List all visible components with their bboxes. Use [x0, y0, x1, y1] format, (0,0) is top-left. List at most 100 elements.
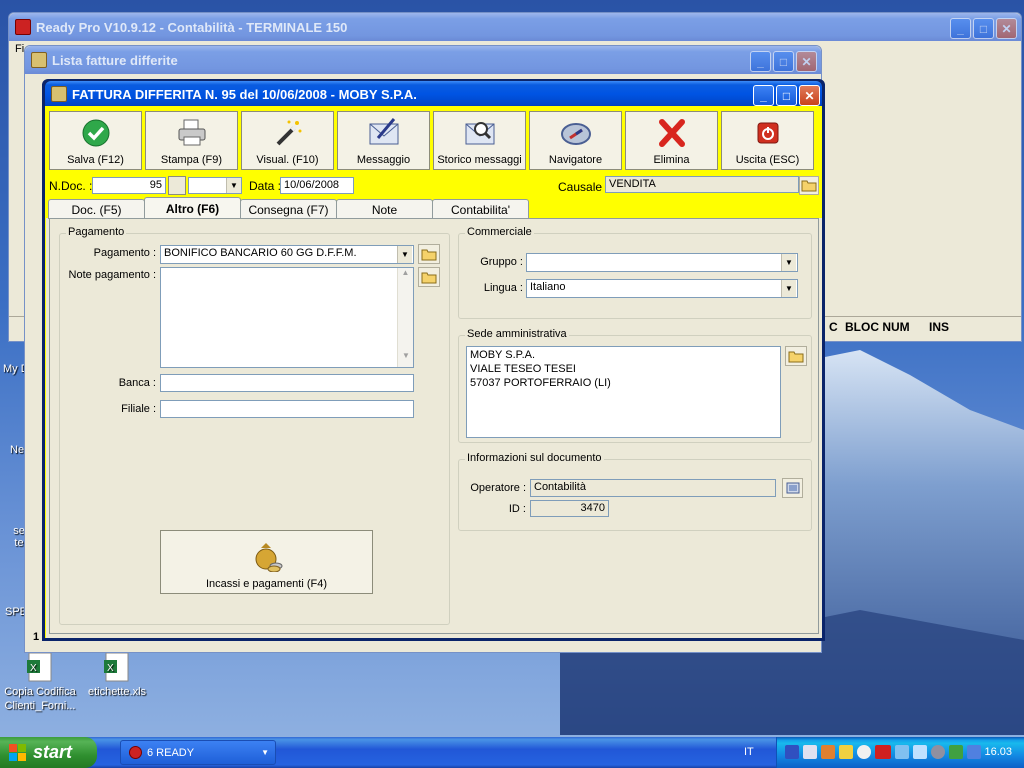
desktop-icon-etichette[interactable]: X etichette.xls — [82, 652, 152, 699]
menu-file[interactable]: Fi — [15, 43, 24, 55]
navigatore-label: Navigatore — [548, 154, 603, 166]
desktop-icon-copia-codifica[interactable]: X Copia Codifica Clienti_Forni... — [2, 652, 78, 713]
operatore-input[interactable]: Contabilità — [530, 479, 776, 497]
messaggio-button[interactable]: Messaggio — [337, 111, 430, 170]
navigatore-button[interactable]: Navigatore — [529, 111, 622, 170]
uscita-label: Uscita (ESC) — [735, 154, 800, 166]
language-indicator[interactable]: IT — [744, 746, 754, 758]
tray-icon[interactable] — [913, 745, 927, 759]
close-button[interactable]: ✕ — [796, 51, 817, 72]
fattura-dialog-titlebar[interactable]: FATTURA DIFFERITA N. 95 del 10/06/2008 -… — [45, 81, 822, 107]
storico-messaggi-button[interactable]: Storico messaggi — [433, 111, 526, 170]
elimina-button[interactable]: Elimina — [625, 111, 718, 170]
lookup-icon — [786, 482, 799, 494]
tab-note[interactable]: Note — [336, 199, 433, 219]
ndoc-label: N.Doc. : — [49, 179, 93, 193]
banca-label: Banca : — [118, 377, 156, 389]
pagamento-select[interactable]: BONIFICO BANCARIO 60 GG D.F.F.M. — [160, 245, 414, 264]
visual-label: Visual. (F10) — [256, 154, 319, 166]
incassi-pagamenti-label: Incassi e pagamenti (F4) — [205, 578, 328, 590]
system-tray: 16.03 — [776, 737, 1024, 768]
ndoc-suffix-button[interactable] — [168, 176, 186, 195]
tab-contabilita[interactable]: Contabilita' — [432, 199, 529, 219]
tray-icon[interactable] — [785, 745, 799, 759]
note-scrollbar[interactable]: ▲ ▼ — [397, 268, 413, 367]
status-ins: INS — [929, 320, 950, 334]
minimize-button[interactable]: _ — [753, 85, 774, 106]
power-icon — [757, 122, 778, 144]
data-input[interactable]: 10/06/2008 — [280, 177, 354, 194]
causale-input[interactable]: VENDITA — [605, 176, 799, 193]
maximize-button[interactable]: □ — [973, 18, 994, 39]
fattura-dialog-icon — [51, 86, 67, 102]
desktop-edge-label[interactable]: Ne — [10, 444, 24, 456]
sede-folder-button[interactable] — [785, 346, 807, 366]
uscita-button[interactable]: Uscita (ESC) — [721, 111, 814, 170]
operatore-label: Operatore : — [470, 482, 526, 494]
scroll-down-icon[interactable]: ▼ — [398, 351, 414, 367]
visual-button[interactable]: Visual. (F10) — [241, 111, 334, 170]
maximize-button[interactable]: □ — [776, 85, 797, 106]
chevron-down-icon[interactable]: ▼ — [781, 280, 796, 297]
sede-address-box[interactable]: MOBY S.P.A. VIALE TESEO TESEI 57037 PORT… — [466, 346, 781, 438]
stampa-button[interactable]: Stampa (F9) — [145, 111, 238, 170]
main-app-title: Ready Pro V10.9.12 - Contabilità - TERMI… — [36, 19, 348, 35]
task-label: 6 READY — [147, 746, 195, 759]
printer-icon — [178, 119, 205, 146]
minimize-button[interactable]: _ — [750, 51, 771, 72]
note-folder-button[interactable] — [418, 267, 440, 287]
lingua-select[interactable]: Italiano — [526, 279, 798, 298]
maximize-button[interactable]: □ — [773, 51, 794, 72]
clock[interactable]: 16.03 — [984, 746, 1012, 758]
salva-button[interactable]: Salva (F12) — [49, 111, 142, 170]
stampa-label: Stampa (F9) — [160, 154, 223, 166]
sede-line: MOBY S.P.A. — [470, 349, 536, 361]
chevron-down-icon[interactable]: ▼ — [226, 178, 241, 193]
tray-icon[interactable] — [839, 745, 853, 759]
incassi-pagamenti-button[interactable]: Incassi e pagamenti (F4) — [160, 530, 373, 594]
scroll-up-icon[interactable]: ▲ — [398, 268, 413, 284]
start-button[interactable]: start — [0, 737, 97, 768]
chevron-down-icon: ▼ — [261, 748, 269, 757]
red-x-icon — [658, 119, 685, 147]
banca-input[interactable] — [160, 374, 414, 392]
data-label: Data : — [249, 179, 282, 193]
causale-folder-button[interactable] — [799, 176, 819, 195]
tray-icon[interactable] — [967, 745, 981, 759]
tray-icon[interactable] — [857, 745, 871, 759]
status-c: C — [829, 320, 838, 334]
storico-messaggi-label: Storico messaggi — [437, 154, 522, 166]
tray-icon[interactable] — [931, 745, 945, 759]
tab-altro[interactable]: Altro (F6) — [144, 197, 241, 220]
close-button[interactable]: ✕ — [996, 18, 1017, 39]
excel-file-icon: X — [27, 652, 52, 682]
tab-consegna[interactable]: Consegna (F7) — [240, 199, 337, 219]
money-bag-icon — [255, 543, 282, 572]
tab-doc[interactable]: Doc. (F5) — [48, 199, 145, 219]
ready-pro-app-icon — [129, 746, 142, 759]
commerciale-group-title: Commerciale — [465, 226, 534, 238]
tray-icon[interactable] — [949, 745, 963, 759]
ndoc-input[interactable]: 95 — [92, 177, 166, 194]
info-group-title: Informazioni sul documento — [465, 452, 604, 464]
close-button[interactable]: ✕ — [799, 85, 820, 106]
pagamento-folder-button[interactable] — [418, 244, 440, 264]
minimize-button[interactable]: _ — [950, 18, 971, 39]
note-pagamento-textarea[interactable] — [160, 267, 414, 368]
tray-icon[interactable] — [875, 745, 891, 759]
tray-icon[interactable] — [803, 745, 817, 759]
operatore-lookup-button[interactable] — [782, 478, 803, 498]
folder-icon — [421, 272, 437, 283]
chevron-down-icon[interactable]: ▼ — [397, 246, 412, 263]
id-value: 3470 — [530, 500, 609, 517]
main-app-titlebar[interactable]: Ready Pro V10.9.12 - Contabilità - TERMI… — [9, 13, 1021, 41]
taskbar-task-ready[interactable]: 6 READY ▼ — [120, 740, 276, 765]
filiale-input[interactable] — [160, 400, 414, 418]
tray-icon[interactable] — [821, 745, 835, 759]
list-window-titlebar[interactable]: Lista fatture differite — [25, 46, 821, 74]
gruppo-select[interactable] — [526, 253, 798, 272]
chevron-down-icon[interactable]: ▼ — [781, 254, 796, 271]
tray-icon[interactable] — [895, 745, 909, 759]
folder-icon — [421, 249, 437, 260]
taskbar: start 6 READY ▼ IT 16.03 — [0, 737, 1024, 768]
